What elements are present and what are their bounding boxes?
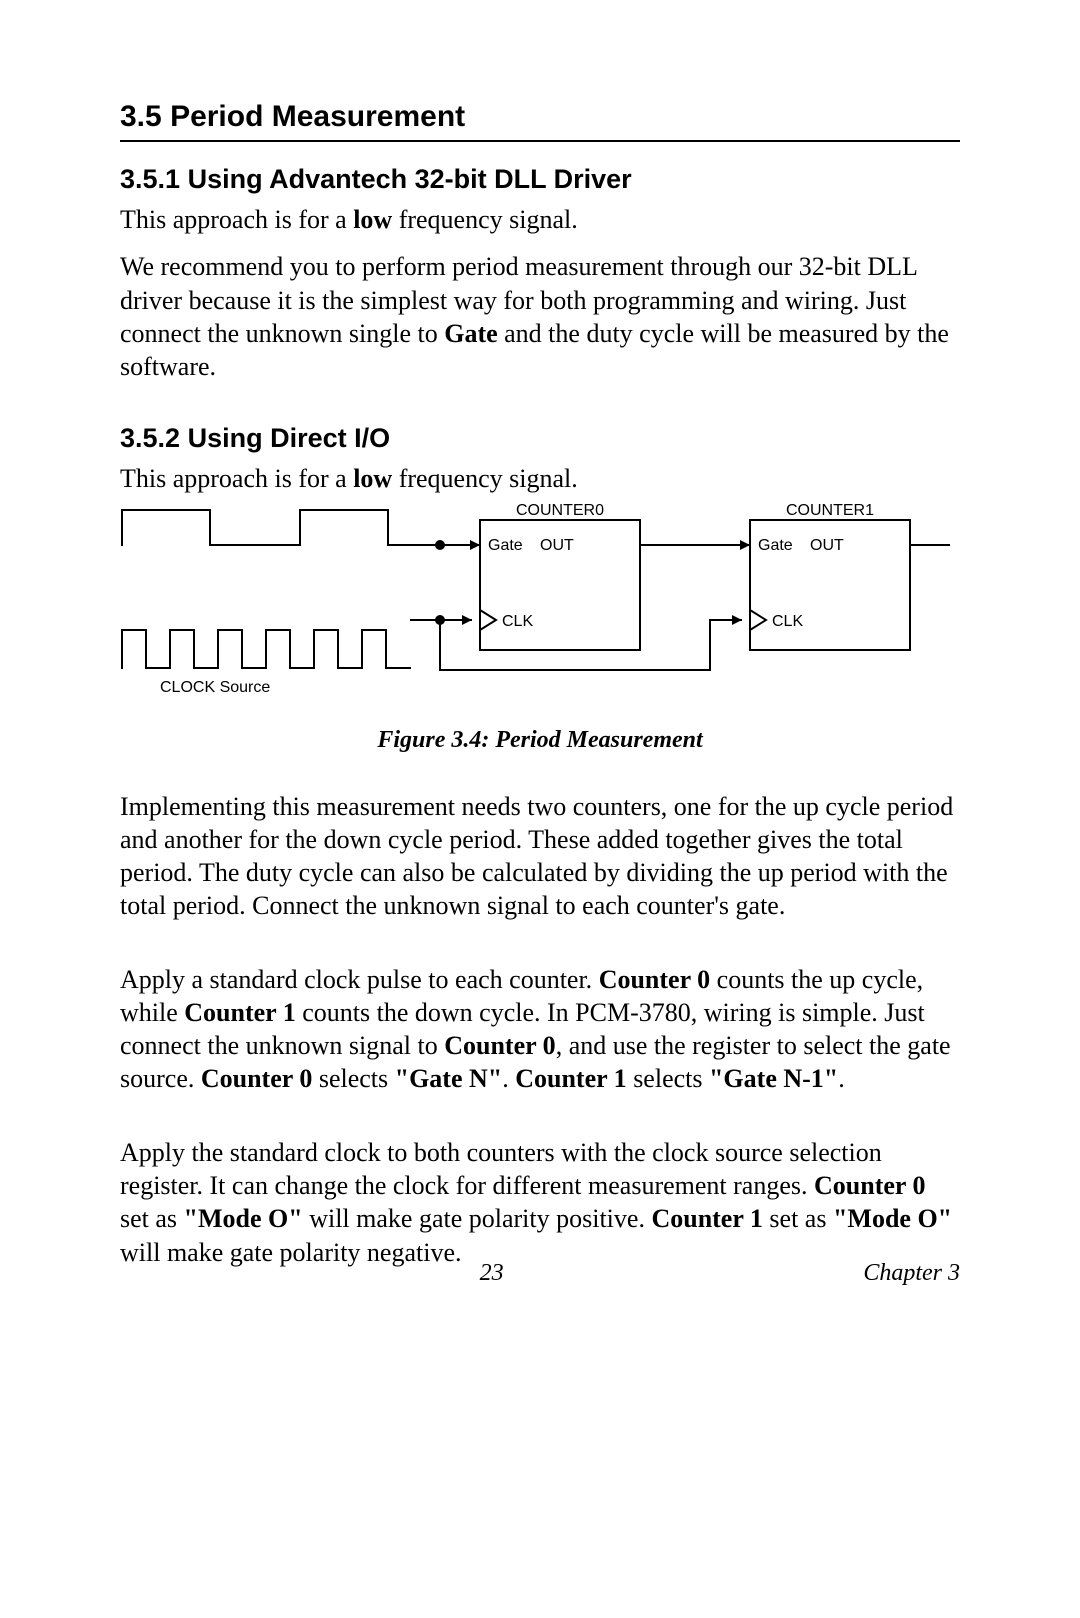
figure-caption: Figure 3.4: Period Measurement [120,727,960,754]
section-heading: 3.5 Period Measurement [120,100,960,134]
sub2-paragraph-1: This approach is for a low frequency sig… [120,462,960,495]
subsection-1-title: Using Advantech 32-bit DLL Driver [188,164,632,194]
subsection-heading-1: 3.5.1 Using Advantech 32-bit DLL Driver [120,164,960,195]
page-footer: 23 Chapter 3 [120,1260,960,1287]
text-run: will make gate polarity positive. [303,1204,652,1233]
subsection-2-title: Using Direct I/O [188,423,391,453]
text-run: . [838,1064,845,1093]
text-run: This approach is for a [120,464,353,493]
figure-3-4: COUNTER0 COUNTER1 Gate OUT Gate OUT CLK … [120,500,960,715]
label-clk1: CLK [772,613,803,630]
text-run: selects [627,1064,709,1093]
text-run: Apply the standard clock to both counter… [120,1138,882,1200]
sub1-paragraph-1: This approach is for a low frequency sig… [120,203,960,236]
bold-text: Counter 0 [814,1171,925,1200]
paragraph-4: Apply a standard clock pulse to each cou… [120,963,960,1096]
bold-text: low [353,464,392,493]
bold-text: Counter 0 [201,1064,312,1093]
bold-text: low [353,205,392,234]
period-measurement-diagram: COUNTER0 COUNTER1 Gate OUT Gate OUT CLK … [120,500,960,710]
label-out1: OUT [810,537,844,554]
bold-text: "Mode O" [833,1204,952,1233]
label-gate0: Gate [488,537,523,554]
label-clock-source: CLOCK Source [160,679,270,696]
label-clk0: CLK [502,613,533,630]
page: 3.5 Period Measurement 3.5.1 Using Advan… [0,0,1080,1343]
text-run: This approach is for a [120,205,353,234]
paragraph-3: Implementing this measurement needs two … [120,790,960,923]
subsection-heading-2: 3.5.2 Using Direct I/O [120,423,960,454]
bold-text: "Mode O" [184,1204,303,1233]
section-number: 3.5 [120,100,162,133]
text-run: set as [763,1204,833,1233]
text-run: selects [312,1064,394,1093]
section-title: Period Measurement [170,100,465,133]
text-run: frequency signal. [392,464,578,493]
bold-text: "Gate N" [395,1064,503,1093]
text-run: frequency signal. [392,205,578,234]
page-number: 23 [120,1260,863,1287]
bold-text: Counter 1 [515,1064,626,1093]
chapter-label: Chapter 3 [863,1260,960,1287]
bold-text: Counter 1 [651,1204,762,1233]
text-run: set as [120,1204,184,1233]
paragraph-5: Apply the standard clock to both counter… [120,1136,960,1269]
bold-text: Counter 1 [184,998,295,1027]
subsection-1-number: 3.5.1 [120,164,180,194]
label-counter1: COUNTER1 [786,502,874,519]
bold-text: Counter 0 [444,1031,555,1060]
subsection-2-number: 3.5.2 [120,423,180,453]
text-run: . [502,1064,515,1093]
label-gate1: Gate [758,537,793,554]
text-run: Apply a standard clock pulse to each cou… [120,965,599,994]
label-counter0: COUNTER0 [516,502,604,519]
sub1-paragraph-2: We recommend you to perform period measu… [120,250,960,383]
label-out0: OUT [540,537,574,554]
bold-text: "Gate N-1" [709,1064,838,1093]
bold-text: Gate [444,319,497,348]
bold-text: Counter 0 [599,965,710,994]
section-rule [120,140,960,142]
